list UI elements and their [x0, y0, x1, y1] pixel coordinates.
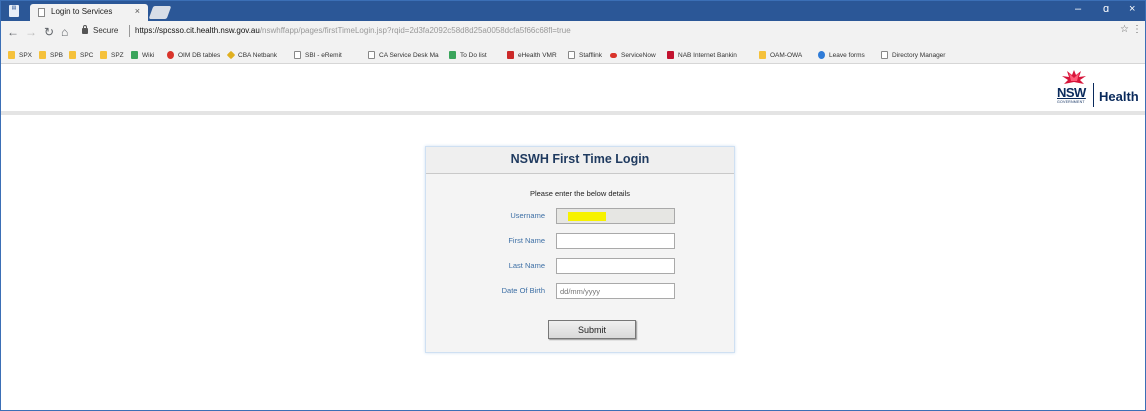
bookmark-label: ServiceNow: [621, 51, 656, 59]
bookmark-label: SPC: [80, 51, 94, 59]
bookmark-label: To Do list: [460, 51, 487, 59]
home-icon[interactable]: ⌂: [61, 25, 68, 39]
username-field: [556, 208, 675, 224]
bookmark-item[interactable]: ServiceNow: [610, 50, 656, 60]
login-instructions: Please enter the below details: [529, 189, 631, 198]
bookmark-label: Directory Manager: [892, 51, 946, 59]
bookmark-label: CBA Netbank: [238, 51, 278, 59]
bookmark-item[interactable]: OIM DB tables: [167, 50, 220, 60]
first-name-label: First Name: [508, 236, 545, 245]
nab-icon: [667, 51, 674, 59]
new-tab-button[interactable]: [148, 6, 172, 19]
url-path: /nswhffapp/pages/firstTimeLogin.jsp?rqid…: [259, 26, 571, 35]
secure-label: Secure: [93, 26, 119, 35]
bookmark-label: Stafflink: [579, 51, 603, 59]
bookmark-item[interactable]: SPB: [39, 50, 63, 60]
url-text: https://spcsso.cit.health.nsw.gov.au/nsw…: [135, 26, 571, 35]
bookmark-item[interactable]: Leave forms: [818, 50, 865, 60]
folder-icon: [759, 51, 766, 59]
bookmark-label: SPX: [19, 51, 33, 59]
username-label: Username: [510, 211, 545, 220]
logo-health-text: Health: [1099, 89, 1139, 104]
waratah-icon: [1062, 70, 1086, 84]
sn-icon: [610, 52, 617, 58]
bookmark-label: Leave forms: [829, 51, 865, 59]
red-icon: [167, 51, 174, 59]
tab-title: Login to Services: [51, 7, 113, 16]
bookmark-label: OIM DB tables: [178, 51, 221, 59]
bookmark-item[interactable]: SPC: [69, 50, 93, 60]
restore-button[interactable]: ɑ: [1103, 3, 1109, 15]
tab-login-to-services[interactable]: Login to Services ×: [30, 4, 148, 21]
folder-icon: [39, 51, 46, 59]
bookmark-item[interactable]: CBA Netbank: [226, 50, 278, 60]
bookmark-item[interactable]: Wiki: [131, 50, 154, 60]
bookmark-item[interactable]: Stafflink: [568, 50, 602, 60]
calendar-icon: [507, 51, 514, 59]
bookmark-item[interactable]: To Do list: [449, 50, 487, 60]
forward-arrow-icon[interactable]: →: [25, 25, 37, 39]
bookmark-item[interactable]: SBI - eRemit: [294, 50, 342, 60]
login-title: NSWH First Time Login: [426, 147, 734, 174]
header-divider: [1, 111, 1145, 115]
page-icon: [368, 51, 375, 59]
redaction-highlight: [568, 212, 606, 221]
sheet-icon: [449, 51, 456, 59]
reload-icon[interactable]: ↻: [44, 25, 54, 39]
bookmark-item[interactable]: NAB Internet Bankin: [667, 50, 737, 60]
last-name-label: Last Name: [508, 261, 545, 270]
dob-field[interactable]: [556, 283, 675, 299]
logo-government-text: GOVERNMENT: [1057, 100, 1085, 104]
bookmark-item[interactable]: eHealth VMR: [507, 50, 557, 60]
folder-icon: [8, 51, 15, 59]
browser-menu-icon[interactable]: ⋮: [1132, 24, 1142, 35]
bookmark-label: SPB: [50, 51, 64, 59]
bookmarks-bar: SPX SPB SPC SPZ Wiki OIM DB tables CBA Netbank…: [1, 47, 1145, 64]
bookmark-label: NAB Internet Bankin: [678, 51, 737, 59]
nsw-health-logo: NSW GOVERNMENT Health: [1056, 69, 1144, 109]
url-host: https://spcsso.cit.health.nsw.gov.au: [135, 26, 260, 35]
back-arrow-icon[interactable]: ←: [7, 25, 19, 39]
lock-icon: [82, 25, 88, 34]
minimize-button[interactable]: –: [1075, 3, 1081, 15]
logo-nsw-text: NSW: [1057, 85, 1086, 100]
dob-label: Date Of Birth: [501, 286, 545, 295]
page-header: NSW GOVERNMENT Health: [1, 64, 1145, 111]
bookmark-label: OAM-OWA: [770, 51, 803, 59]
bookmark-label: SBI - eRemit: [305, 51, 342, 59]
last-name-field[interactable]: [556, 258, 675, 274]
login-panel: NSWH First Time Login Please enter the b…: [425, 146, 735, 353]
bookmark-item[interactable]: SPX: [8, 50, 32, 60]
bookmark-label: Wiki: [142, 51, 155, 59]
browser-window: ▤ Login to Services × – ɑ × ← → ↻ ⌂ Secu…: [0, 0, 1146, 411]
submit-button[interactable]: Submit: [548, 320, 636, 339]
bookmark-star-icon[interactable]: ☆: [1120, 24, 1129, 35]
bookmark-label: SPZ: [111, 51, 124, 59]
folder-icon: [69, 51, 76, 59]
page-icon: [881, 51, 888, 59]
page-icon: [38, 8, 45, 17]
page-icon: [294, 51, 301, 59]
folder-icon: [100, 51, 107, 59]
page-icon: [568, 51, 575, 59]
sheet-icon: [131, 51, 138, 59]
bookmark-label: CA Service Desk Ma: [379, 51, 439, 59]
tab-close-icon[interactable]: ×: [135, 6, 140, 16]
url-input[interactable]: Secure https://spcsso.cit.health.nsw.gov…: [79, 24, 1119, 41]
diamond-icon: [226, 50, 236, 60]
bookmark-item[interactable]: SPZ: [100, 50, 124, 60]
close-window-button[interactable]: ×: [1129, 3, 1135, 15]
logo-divider: [1093, 83, 1094, 107]
bookmark-label: eHealth VMR: [518, 51, 557, 59]
bookmark-item[interactable]: OAM-OWA: [759, 50, 802, 60]
leave-icon: [818, 51, 825, 59]
bookmark-item[interactable]: CA Service Desk Ma: [368, 50, 439, 60]
bookmark-item[interactable]: Directory Manager: [881, 50, 945, 60]
app-menu-icon[interactable]: ▤: [9, 5, 19, 17]
divider: [129, 25, 130, 37]
first-name-field[interactable]: [556, 233, 675, 249]
tab-strip: ▤ Login to Services × – ɑ ×: [1, 1, 1145, 21]
address-bar: ← → ↻ ⌂ Secure https://spcsso.cit.health…: [1, 21, 1145, 47]
